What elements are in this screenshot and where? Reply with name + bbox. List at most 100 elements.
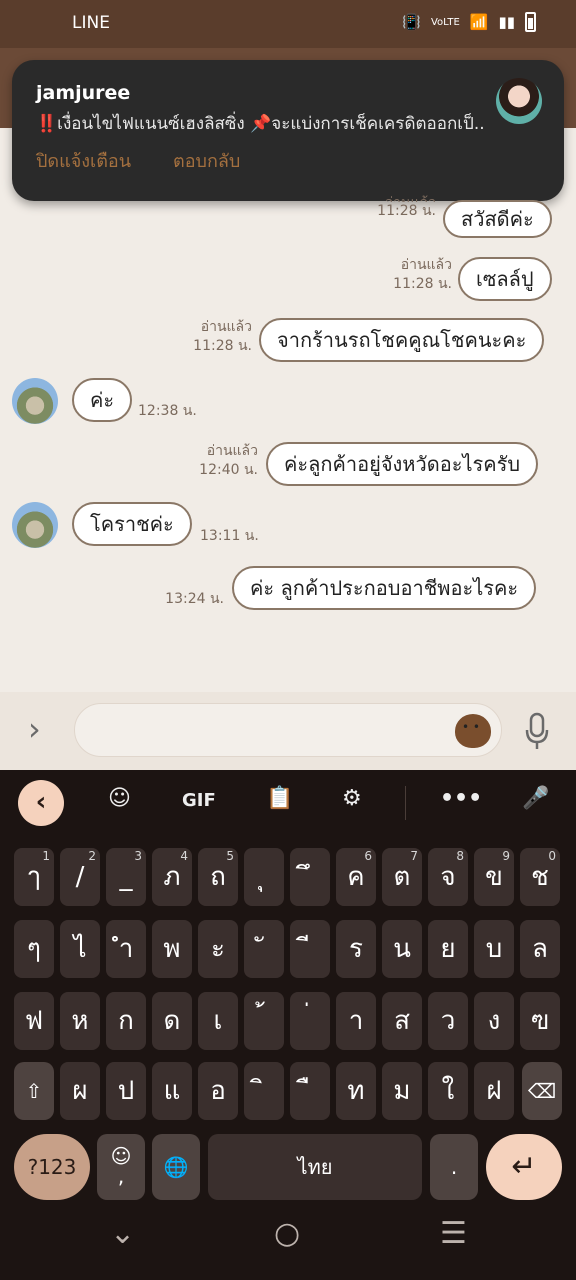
key-row4-5[interactable]: ื bbox=[290, 1062, 330, 1120]
key-row3-1[interactable]: ห bbox=[60, 992, 100, 1050]
status-icons: 📳 VoLTE 📶 ▮▮ bbox=[402, 12, 536, 32]
key-row1-1[interactable]: /2 bbox=[60, 848, 100, 906]
key-row4-7[interactable]: ม bbox=[382, 1062, 422, 1120]
key-row2-3[interactable]: พ bbox=[152, 920, 192, 978]
emoji-comma-key[interactable]: ☺, bbox=[97, 1134, 145, 1200]
outgoing-message[interactable]: จากร้านรถโชคคูณโชคนะคะ bbox=[259, 318, 545, 362]
message-input-container[interactable] bbox=[74, 703, 502, 757]
keyboard-toolbar: ‹ ☺ GIF 📋 ⚙ ••• 🎤 bbox=[0, 770, 576, 836]
key-row2-6[interactable]: ี bbox=[290, 920, 330, 978]
shift-key[interactable]: ⇧ bbox=[14, 1062, 54, 1120]
clipboard-icon[interactable]: 📋 bbox=[266, 786, 293, 811]
back-icon[interactable]: ‹ bbox=[18, 780, 64, 826]
key-row1-0[interactable]: ๅ1 bbox=[14, 848, 54, 906]
more-icon[interactable]: ••• bbox=[440, 786, 482, 811]
hide-keyboard-icon[interactable]: ⌄ bbox=[110, 1216, 135, 1251]
enter-key[interactable]: ↵ bbox=[486, 1134, 562, 1200]
key-row1-3[interactable]: ภ4 bbox=[152, 848, 192, 906]
notification-card[interactable]: jamjuree ‼️เงื่อนไขไฟแนนซ์เฮงลิสซิ่ง 📌จะ… bbox=[12, 60, 564, 201]
contact-avatar[interactable] bbox=[12, 378, 58, 424]
key-row1-9[interactable]: จ8 bbox=[428, 848, 468, 906]
key-row2-9[interactable]: ย bbox=[428, 920, 468, 978]
key-row1-4[interactable]: ถ5 bbox=[198, 848, 238, 906]
microphone-icon[interactable] bbox=[524, 712, 550, 750]
key-row1-2[interactable]: _ 3 bbox=[106, 848, 146, 906]
key-row2-0[interactable]: ๆ bbox=[14, 920, 54, 978]
key-row4-0[interactable]: ผ bbox=[60, 1062, 100, 1120]
key-row4-8[interactable]: ใ bbox=[428, 1062, 468, 1120]
voice-input-icon[interactable]: 🎤 bbox=[522, 786, 549, 811]
key-row4-4[interactable]: ิ bbox=[244, 1062, 284, 1120]
settings-icon[interactable]: ⚙ bbox=[342, 786, 362, 811]
message-time: 12:40 น. bbox=[199, 462, 258, 478]
key-row3-0[interactable]: ฟ bbox=[14, 992, 54, 1050]
key-row2-7[interactable]: ร bbox=[336, 920, 376, 978]
key-row2-5[interactable]: ั bbox=[244, 920, 284, 978]
incoming-message[interactable]: ค่ะ bbox=[72, 378, 133, 422]
reply-button[interactable]: ตอบกลับ bbox=[173, 146, 240, 175]
key-row3-9[interactable]: ว bbox=[428, 992, 468, 1050]
expand-menu-icon[interactable]: › bbox=[28, 710, 41, 748]
dismiss-notification-button[interactable]: ปิดแจ้งเตือน bbox=[36, 146, 131, 175]
notification-message: ‼️เงื่อนไขไฟแนนซ์เฮงลิสซิ่ง 📌จะแบ่งการเช… bbox=[36, 114, 485, 134]
message-input[interactable] bbox=[75, 704, 501, 756]
key-row1-11[interactable]: ช0 bbox=[520, 848, 560, 906]
volte-icon: VoLTE bbox=[430, 16, 460, 28]
emoji-sticker-icon[interactable]: ☺ bbox=[108, 786, 131, 811]
key-row4-9[interactable]: ฝ bbox=[474, 1062, 514, 1120]
key-row4-6[interactable]: ท bbox=[336, 1062, 376, 1120]
key-row2-8[interactable]: น bbox=[382, 920, 422, 978]
space-bar[interactable]: ไทย bbox=[208, 1134, 422, 1200]
outgoing-message[interactable]: สวัสดีค่ะ bbox=[443, 200, 552, 238]
outgoing-message[interactable]: ค่ะ ลูกค้าประกอบอาชีพอะไรคะ bbox=[232, 566, 537, 610]
key-row3-5[interactable]: ้ bbox=[244, 992, 284, 1050]
incoming-message[interactable]: โคราชค่ะ bbox=[72, 502, 192, 546]
key-row3-7[interactable]: า bbox=[336, 992, 376, 1050]
status-app-name: LINE bbox=[72, 13, 110, 33]
read-status: อ่านแล้ว 11:28 น. bbox=[360, 194, 436, 221]
key-row2-11[interactable]: ล bbox=[520, 920, 560, 978]
sticker-icon[interactable] bbox=[455, 714, 491, 748]
key-row3-3[interactable]: ด bbox=[152, 992, 192, 1050]
key-row3-8[interactable]: ส bbox=[382, 992, 422, 1050]
key-row4-1[interactable]: ป bbox=[106, 1062, 146, 1120]
key-row1-8[interactable]: ต7 bbox=[382, 848, 422, 906]
wifi-icon: 📶 bbox=[469, 13, 489, 31]
vibrate-icon: 📳 bbox=[402, 13, 421, 31]
gif-button[interactable]: GIF bbox=[182, 790, 216, 811]
message-time: 11:28 น. bbox=[393, 276, 452, 292]
key-row3-10[interactable]: ง bbox=[474, 992, 514, 1050]
backspace-key[interactable]: ⌫ bbox=[522, 1062, 562, 1120]
contact-avatar[interactable] bbox=[12, 502, 58, 548]
recent-apps-icon[interactable]: ☰ bbox=[440, 1216, 467, 1251]
numbers-key[interactable]: ?123 bbox=[14, 1134, 90, 1200]
key-row3-4[interactable]: เ bbox=[198, 992, 238, 1050]
key-row1-5[interactable]: ุ bbox=[244, 848, 284, 906]
message-list[interactable]: อ่านแล้ว 11:28 น. สวัสดีค่ะ อ่านแล้ว 11:… bbox=[0, 195, 576, 692]
navigation-bar: ⌄ ○ ☰ bbox=[0, 1200, 576, 1280]
key-row1-10[interactable]: ข9 bbox=[474, 848, 514, 906]
key-row2-10[interactable]: บ bbox=[474, 920, 514, 978]
key-row3-2[interactable]: ก bbox=[106, 992, 146, 1050]
language-globe-icon[interactable]: 🌐 bbox=[152, 1134, 200, 1200]
outgoing-message[interactable]: เซลล์ปู bbox=[458, 257, 552, 301]
signal-icon: ▮▮ bbox=[498, 13, 515, 31]
outgoing-message[interactable]: ค่ะลูกค้าอยู่จังหวัดอะไรครับ bbox=[266, 442, 539, 486]
key-row4-2[interactable]: แ bbox=[152, 1062, 192, 1120]
period-key[interactable]: . bbox=[430, 1134, 478, 1200]
message-time: 12:38 น. bbox=[138, 403, 197, 419]
key-row2-4[interactable]: ะ bbox=[198, 920, 238, 978]
key-row3-6[interactable]: ่ bbox=[290, 992, 330, 1050]
home-icon[interactable]: ○ bbox=[274, 1216, 300, 1251]
key-row1-6[interactable]: ึ bbox=[290, 848, 330, 906]
toolbar-divider bbox=[405, 786, 406, 820]
key-row4-3[interactable]: อ bbox=[198, 1062, 238, 1120]
key-row1-7[interactable]: ค6 bbox=[336, 848, 376, 906]
key-row2-2[interactable]: ำ bbox=[106, 920, 146, 978]
read-status: อ่านแล้ว 12:40 น. bbox=[180, 442, 258, 480]
key-row3-11[interactable]: ฃ bbox=[520, 992, 560, 1050]
message-time: 11:28 น. bbox=[377, 203, 436, 219]
key-row2-1[interactable]: ไ bbox=[60, 920, 100, 978]
read-status: อ่านแล้ว 11:28 น. bbox=[170, 318, 252, 356]
message-time: 11:28 น. bbox=[193, 338, 252, 354]
